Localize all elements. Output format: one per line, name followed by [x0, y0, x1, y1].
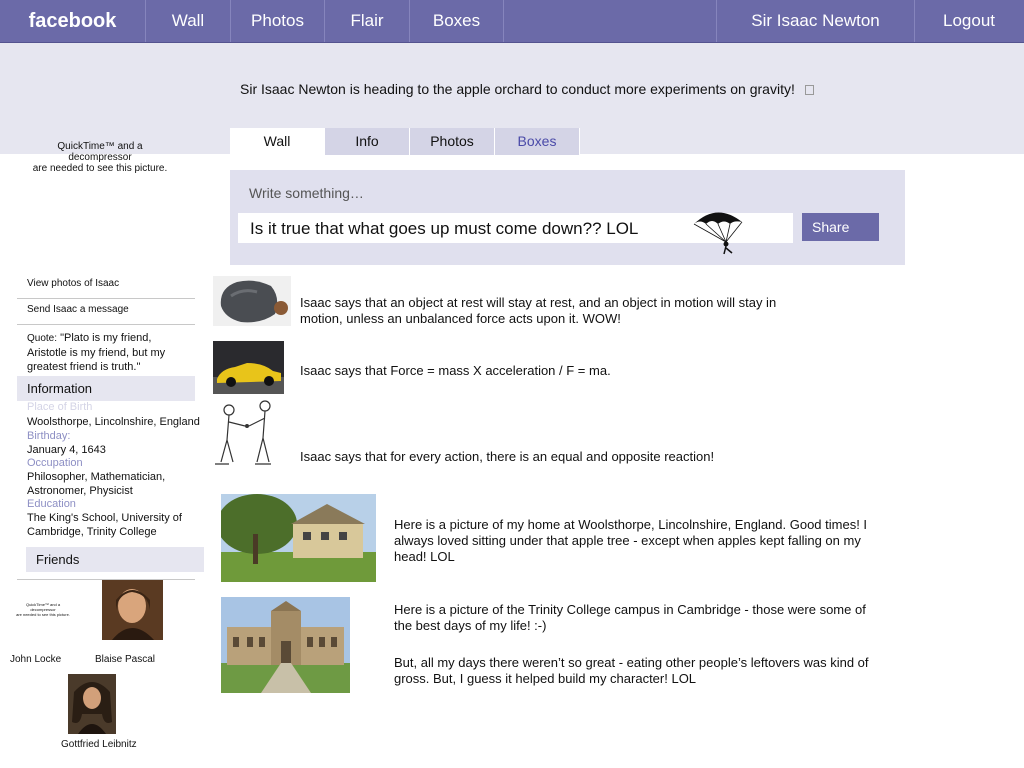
blaise-pascal-photo[interactable]: [102, 580, 163, 640]
parachute-image: [693, 212, 743, 255]
placeholder-line: are needed to see this picture.: [32, 163, 168, 174]
nav-boxes[interactable]: Boxes: [410, 0, 504, 42]
occupation-value: Philosopher, Mathematician, Astronomer, …: [27, 471, 166, 497]
tab-boxes[interactable]: Boxes: [495, 128, 580, 155]
placeholder-line: are needed to see this picture.: [16, 612, 70, 617]
wall-post-2: Isaac says that Force = mass X accelerat…: [300, 363, 611, 378]
placeholder-line: QuickTime™ and a: [57, 141, 143, 152]
status-message: Sir Isaac Newton is heading to the apple…: [240, 81, 814, 97]
gottfried-leibnitz-photo[interactable]: [68, 674, 116, 734]
wall-post-1: Isaac says that an object at rest will s…: [300, 295, 777, 326]
facebook-logo[interactable]: facebook: [0, 0, 146, 42]
birthday-label: Birthday:: [27, 430, 71, 442]
nav-photos[interactable]: Photos: [231, 0, 325, 42]
tab-photos[interactable]: Photos: [410, 128, 495, 155]
skaters-pushing-image: [203, 400, 291, 472]
friend-photo-placeholder[interactable]: QuickTime™ and a decompressor are needed…: [14, 602, 72, 617]
wall-post-5: Here is a picture of the Trinity College…: [394, 602, 866, 633]
rock-and-coin-image: [213, 276, 291, 326]
friend-name-gottfried-leibnitz[interactable]: Gottfried Leibnitz: [61, 739, 137, 750]
publisher-label: Write something…: [249, 185, 364, 201]
friend-name-john-locke[interactable]: John Locke: [10, 654, 61, 665]
sports-car-image: [213, 341, 284, 394]
place-of-birth-label: Place of Birth: [27, 401, 93, 413]
send-message-link[interactable]: Send Isaac a message: [17, 304, 195, 315]
wall-post-4: Here is a picture of my home at Woolstho…: [394, 517, 868, 564]
divider: [17, 324, 195, 325]
divider: [17, 298, 195, 299]
friends-heading: Friends: [26, 547, 204, 572]
share-button[interactable]: Share: [802, 213, 879, 241]
nav-user-profile[interactable]: Sir Isaac Newton: [716, 0, 915, 42]
placeholder-line: decompressor: [68, 152, 132, 163]
nav-wall[interactable]: Wall: [146, 0, 231, 42]
top-navigation-bar: facebook Wall Photos Flair Boxes Sir Isa…: [0, 0, 1024, 43]
wall-post-6: But, all my days there weren’t so great …: [394, 655, 869, 686]
publisher-input-text[interactable]: Is it true that what goes up must come d…: [250, 219, 638, 239]
occupation-label: Occupation: [27, 457, 83, 469]
nav-flair[interactable]: Flair: [325, 0, 410, 42]
friend-name-blaise-pascal[interactable]: Blaise Pascal: [95, 654, 155, 665]
quote-label: Quote:: [27, 333, 58, 344]
place-of-birth-value: Woolsthorpe, Lincolnshire, England: [27, 416, 200, 428]
wall-post-3: Isaac says that for every action, there …: [300, 449, 715, 464]
tab-wall[interactable]: Wall: [230, 128, 325, 155]
birthday-value: January 4, 1643: [27, 444, 106, 456]
education-label: Education: [27, 498, 76, 510]
logout-button[interactable]: Logout: [914, 0, 1024, 42]
education-value: The King's School, University of Cambrid…: [27, 512, 182, 538]
profile-quote: Quote: "Plato is my friend, Aristotle is…: [17, 331, 187, 374]
trinity-college-image: [221, 597, 350, 693]
tab-info[interactable]: Info: [325, 128, 410, 155]
woolsthorpe-house-image: [221, 494, 376, 582]
profile-picture-placeholder: QuickTime™ and a decompressor are needed…: [20, 141, 180, 174]
view-photos-link[interactable]: View photos of Isaac: [17, 278, 195, 289]
information-heading: Information: [17, 376, 195, 401]
clear-status-icon[interactable]: [804, 85, 814, 96]
status-text: Sir Isaac Newton is heading to the apple…: [240, 81, 795, 97]
